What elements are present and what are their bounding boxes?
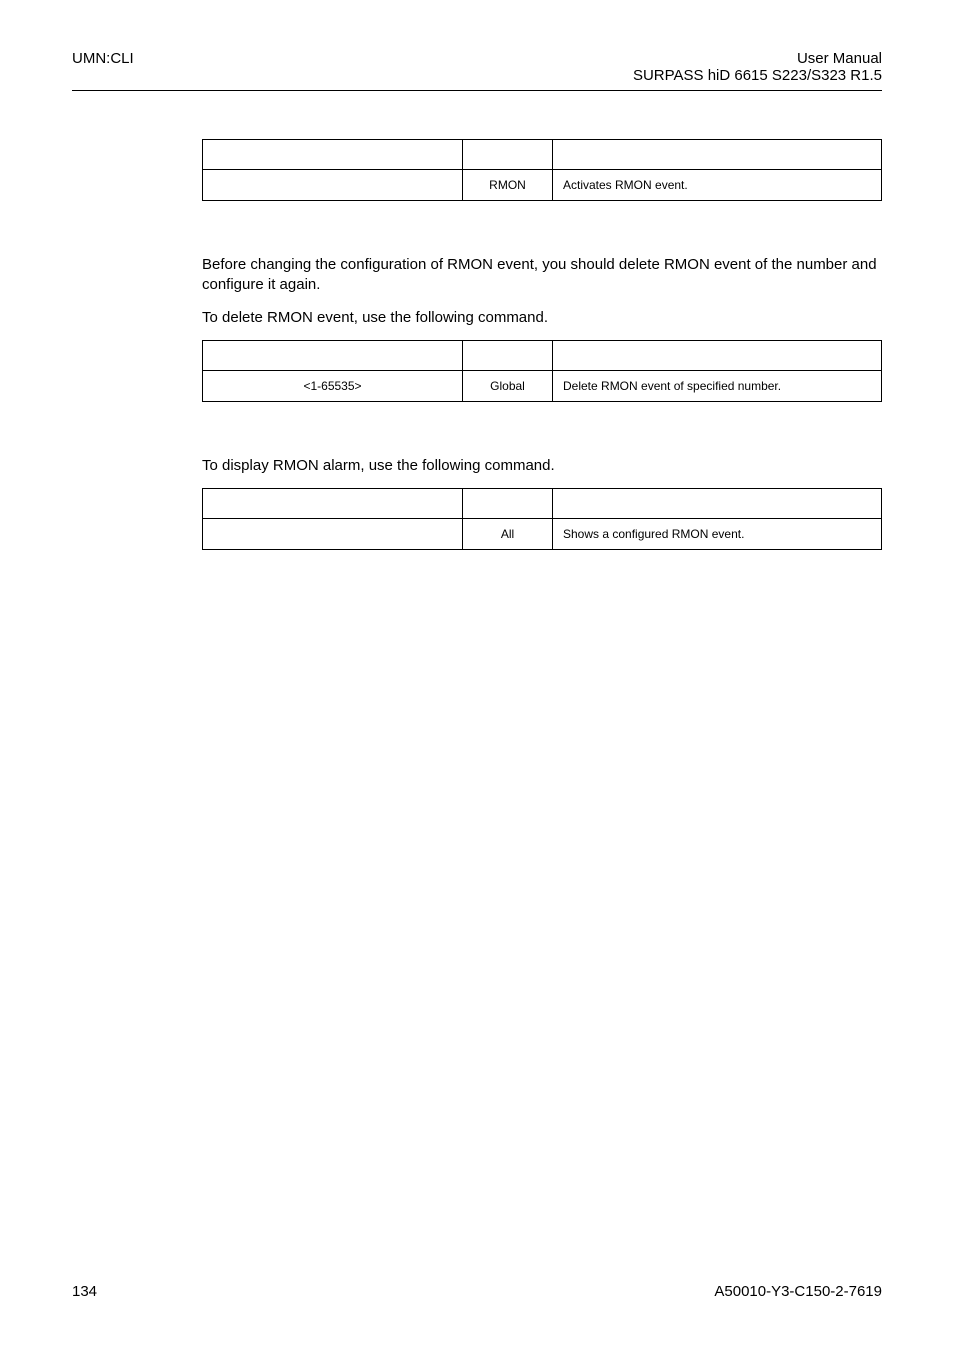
footer-doc-id: A50010-Y3-C150-2-7619 <box>714 1283 882 1300</box>
table-row: All Shows a configured RMON event. <box>203 519 882 550</box>
paragraph-delete-intro: Before changing the configuration of RMO… <box>202 255 882 296</box>
command-cell <box>203 519 463 550</box>
mode-cell: Global <box>463 370 553 401</box>
header-desc-cell <box>553 140 882 170</box>
header-command-cell <box>203 489 463 519</box>
header-right: User Manual SURPASS hiD 6615 S223/S323 R… <box>633 50 882 84</box>
delete-table: <1-65535> Global Delete RMON event of sp… <box>202 340 882 402</box>
command-cell <box>203 170 463 201</box>
table-row: RMON Activates RMON event. <box>203 170 882 201</box>
table-row: <1-65535> Global Delete RMON event of sp… <box>203 370 882 401</box>
paragraph-show-cmd: To display RMON alarm, use the following… <box>202 456 882 476</box>
header-command-cell <box>203 140 463 170</box>
header-left: UMN:CLI <box>72 50 134 67</box>
footer-page-number: 134 <box>72 1283 97 1300</box>
page-footer: 134 A50010-Y3-C150-2-7619 <box>72 1283 882 1300</box>
paragraph-delete-cmd: To delete RMON event, use the following … <box>202 308 882 328</box>
desc-cell: Shows a configured RMON event. <box>553 519 882 550</box>
desc-cell: Activates RMON event. <box>553 170 882 201</box>
header-desc-cell <box>553 489 882 519</box>
content-area: RMON Activates RMON event. Before changi… <box>202 139 882 550</box>
header-mode-cell <box>463 340 553 370</box>
header-mode-cell <box>463 140 553 170</box>
table-header-row <box>203 140 882 170</box>
page: UMN:CLI User Manual SURPASS hiD 6615 S22… <box>0 0 954 1350</box>
table-header-row <box>203 489 882 519</box>
header-right-line1: User Manual <box>633 50 882 67</box>
header-right-line2: SURPASS hiD 6615 S223/S323 R1.5 <box>633 67 882 84</box>
mode-cell: RMON <box>463 170 553 201</box>
header-command-cell <box>203 340 463 370</box>
header-divider <box>72 90 882 91</box>
command-cell: <1-65535> <box>203 370 463 401</box>
activate-table: RMON Activates RMON event. <box>202 139 882 201</box>
header-left-text: UMN:CLI <box>72 50 134 67</box>
mode-cell: All <box>463 519 553 550</box>
page-header: UMN:CLI User Manual SURPASS hiD 6615 S22… <box>72 50 882 84</box>
table-header-row <box>203 340 882 370</box>
desc-cell: Delete RMON event of specified number. <box>553 370 882 401</box>
show-table: All Shows a configured RMON event. <box>202 488 882 550</box>
header-mode-cell <box>463 489 553 519</box>
header-desc-cell <box>553 340 882 370</box>
